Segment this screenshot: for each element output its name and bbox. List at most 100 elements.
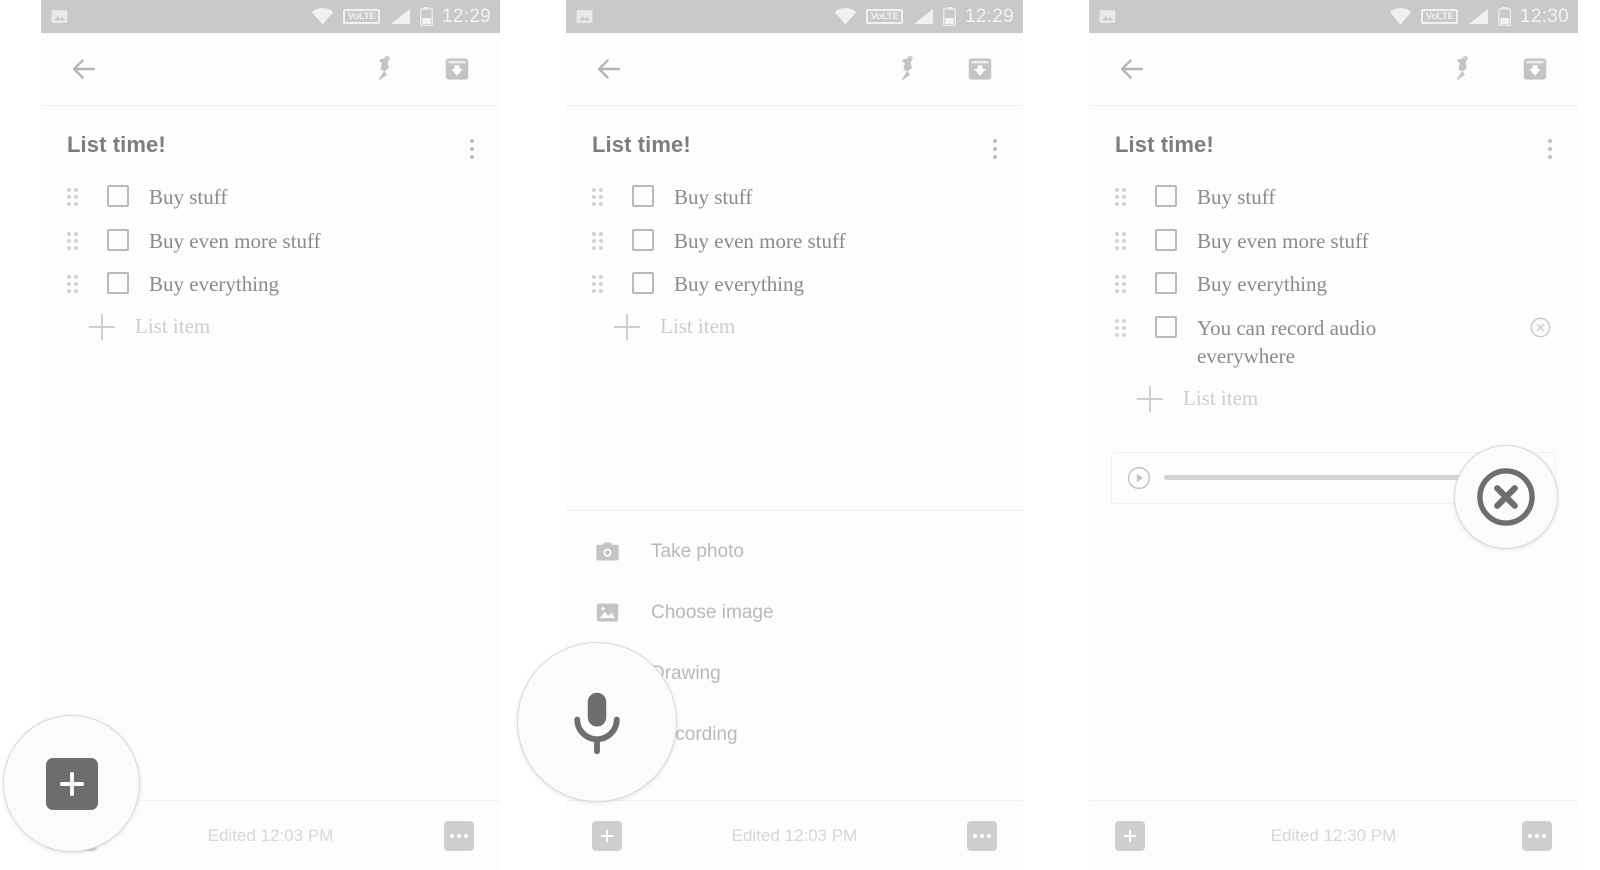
status-bar-indicators: VoLTE 12:29 <box>834 6 1014 28</box>
list-item-label: Buy even more stuff <box>674 228 846 253</box>
archive-button[interactable] <box>1520 54 1550 84</box>
add-attachment-button[interactable] <box>1115 820 1145 851</box>
remove-list-item-button[interactable] <box>1529 316 1552 344</box>
pin-button[interactable] <box>372 55 400 83</box>
drag-handle-icon[interactable] <box>67 188 89 206</box>
wifi-icon <box>312 8 334 25</box>
arrow-left-icon <box>72 59 96 79</box>
note-footer: Edited 12:03 PM <box>566 800 1023 870</box>
checkbox[interactable] <box>1155 185 1177 207</box>
wifi-icon <box>1390 8 1412 25</box>
tap-highlight-recording[interactable] <box>517 642 677 802</box>
add-attachment-button[interactable] <box>592 820 622 851</box>
battery-icon <box>419 7 433 26</box>
screenshot-stage: VoLTE 12:29 List time! Buy stuff Buy eve… <box>0 0 1600 870</box>
drag-handle-icon[interactable] <box>1115 188 1137 206</box>
list-item[interactable]: You can record audio everywhere <box>1089 306 1578 378</box>
list-item[interactable]: Buy stuff <box>566 175 1023 219</box>
checkbox[interactable] <box>107 272 129 295</box>
note-title: List time! <box>1115 132 1214 157</box>
note-overflow-menu-button[interactable] <box>470 139 474 159</box>
checkbox[interactable] <box>632 272 654 295</box>
plus-icon <box>614 313 640 340</box>
list-item[interactable]: Buy everything <box>1089 262 1578 306</box>
pin-icon <box>378 55 390 80</box>
checklist: Buy stuff Buy even more stuff Buy everyt… <box>1089 159 1578 420</box>
pin-icon <box>901 55 913 80</box>
list-item-label: Buy stuff <box>674 185 753 209</box>
drag-handle-icon[interactable] <box>1115 231 1137 250</box>
note-overflow-menu-button[interactable] <box>1548 139 1552 159</box>
list-item[interactable]: Buy even more stuff <box>1089 219 1578 263</box>
archive-button[interactable] <box>965 54 995 84</box>
drag-handle-icon[interactable] <box>592 275 614 294</box>
add-list-item-placeholder: List item <box>135 314 211 339</box>
status-bar-indicators: VoLTE 12:30 <box>1389 6 1569 28</box>
checkbox[interactable] <box>1155 272 1177 295</box>
add-list-item-row[interactable]: List item <box>566 306 1023 348</box>
checkbox[interactable] <box>632 185 654 207</box>
camera-icon <box>596 542 619 561</box>
back-button[interactable] <box>592 52 626 86</box>
checkbox[interactable] <box>1155 228 1177 251</box>
note-header: List time! <box>566 106 1023 159</box>
drag-handle-icon[interactable] <box>67 275 89 294</box>
list-item[interactable]: Buy stuff <box>41 175 500 219</box>
play-circle-icon[interactable] <box>1126 465 1152 491</box>
close-circle-icon <box>1530 317 1551 338</box>
arrow-left-icon <box>597 59 621 79</box>
volte-badge: VoLTE <box>343 8 380 25</box>
tap-highlight-delete-recording[interactable] <box>1454 445 1558 549</box>
status-bar-clock: 12:29 <box>964 5 1014 27</box>
list-item[interactable]: Buy everything <box>566 262 1023 306</box>
note-header: List time! <box>1089 106 1578 159</box>
phone-panel-3: VoLTE 12:30 List time! Buy stuff Buy eve… <box>1089 0 1578 870</box>
checkbox[interactable] <box>107 185 129 207</box>
drag-handle-icon[interactable] <box>1115 275 1137 294</box>
menu-item-take-photo[interactable]: Take photo <box>566 521 1023 582</box>
mic-icon <box>574 692 620 755</box>
list-item[interactable]: Buy stuff <box>1089 175 1578 219</box>
status-bar: VoLTE 12:29 <box>566 0 1023 33</box>
pin-button[interactable] <box>1450 55 1478 83</box>
checkbox[interactable] <box>1155 315 1177 338</box>
note-more-options-button[interactable] <box>967 820 997 851</box>
drag-handle-icon[interactable] <box>1115 318 1137 337</box>
list-item[interactable]: Buy everything <box>41 262 500 306</box>
note-title: List time! <box>67 132 166 157</box>
status-bar-clock: 12:30 <box>1519 5 1569 27</box>
list-item[interactable]: Buy even more stuff <box>41 219 500 263</box>
image-notification-icon <box>51 10 68 23</box>
list-item[interactable]: Buy even more stuff <box>566 219 1023 263</box>
add-list-item-placeholder: List item <box>660 314 736 339</box>
archive-button[interactable] <box>442 54 472 84</box>
image-notification-icon <box>1099 10 1116 23</box>
note-footer: Edited 12:30 PM <box>1089 800 1578 870</box>
list-item-label: Buy even more stuff <box>149 228 321 253</box>
list-item-label: You can record audio everywhere <box>1197 315 1377 369</box>
signal-icon <box>1468 9 1488 24</box>
note-body: List time! Buy stuff Buy even more stuff <box>566 106 1023 348</box>
image-notification-icon <box>576 10 593 23</box>
back-button[interactable] <box>67 52 101 86</box>
drag-handle-icon[interactable] <box>592 188 614 206</box>
arrow-left-icon <box>1120 59 1144 79</box>
note-more-options-button[interactable] <box>444 820 474 851</box>
tap-highlight-add-attachment[interactable] <box>3 715 140 852</box>
add-list-item-row[interactable]: List item <box>1089 378 1578 420</box>
checkbox[interactable] <box>107 228 129 251</box>
list-item-label: Buy everything <box>674 272 805 297</box>
drag-handle-icon[interactable] <box>67 231 89 250</box>
drag-handle-icon[interactable] <box>592 231 614 250</box>
plus-icon <box>600 829 614 842</box>
add-attachment-button-highlighted[interactable] <box>45 757 98 810</box>
checkbox[interactable] <box>632 228 654 251</box>
add-list-item-row[interactable]: List item <box>41 306 500 348</box>
menu-item-choose-image[interactable]: Choose image <box>566 582 1023 643</box>
wifi-icon <box>835 8 857 25</box>
status-bar-notifications <box>50 7 69 26</box>
pin-button[interactable] <box>895 55 923 83</box>
note-more-options-button[interactable] <box>1522 820 1552 851</box>
note-overflow-menu-button[interactable] <box>993 139 997 159</box>
back-button[interactable] <box>1115 52 1149 86</box>
